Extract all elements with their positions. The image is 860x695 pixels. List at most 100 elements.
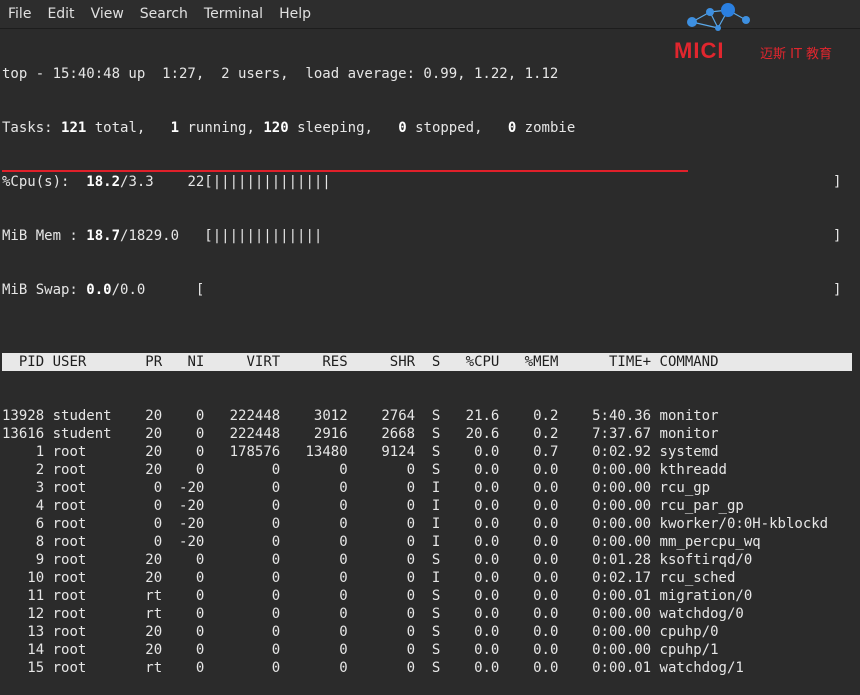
cell-pr: 20 xyxy=(128,408,163,424)
cell-time: 0:00.01 xyxy=(558,660,652,676)
cell-pid: 1 xyxy=(2,444,45,460)
cell-res: 0 xyxy=(280,606,348,622)
cell-shr: 9124 xyxy=(347,444,416,460)
cell-time: 0:02.17 xyxy=(558,570,652,586)
column-header-cpu: %CPU xyxy=(440,354,500,370)
cell-time: 0:02.92 xyxy=(558,444,652,460)
cell-s: I xyxy=(415,570,441,586)
process-row: 1 root 20 0 178576 13480 9124 S 0.0 0.7 … xyxy=(2,443,858,461)
cell-pr: 0 xyxy=(128,480,163,496)
cell-virt: 0 xyxy=(204,642,281,658)
cell-user: root xyxy=(44,534,129,550)
cell-user: root xyxy=(44,660,129,676)
cell-res: 0 xyxy=(280,588,348,604)
menu-view[interactable]: View xyxy=(83,0,132,28)
cell-shr: 2668 xyxy=(347,426,416,442)
cell-s: S xyxy=(415,408,441,424)
menu-edit[interactable]: Edit xyxy=(39,0,82,28)
process-row: 12 root rt 0 0 0 0 S 0.0 0.0 0:00.00 wat… xyxy=(2,605,858,623)
cell-mem: 0.0 xyxy=(499,606,559,622)
menu-terminal[interactable]: Terminal xyxy=(196,0,271,28)
cell-pid: 15 xyxy=(2,660,45,676)
cell-shr: 0 xyxy=(347,534,416,550)
cell-mem: 0.0 xyxy=(499,552,559,568)
cell-ni: 0 xyxy=(162,462,205,478)
cell-user: student xyxy=(44,426,129,442)
column-header-shr: SHR xyxy=(347,354,416,370)
cell-pr: 20 xyxy=(128,426,163,442)
cell-user: root xyxy=(44,462,129,478)
process-row: 8 root 0 -20 0 0 0 I 0.0 0.0 0:00.00 mm_… xyxy=(2,533,858,551)
menu-help[interactable]: Help xyxy=(271,0,319,28)
cell-s: S xyxy=(415,426,441,442)
process-row: 9 root 20 0 0 0 0 S 0.0 0.0 0:01.28 ksof… xyxy=(2,551,858,569)
menu-file[interactable]: File xyxy=(0,0,39,28)
cell-pr: 0 xyxy=(128,498,163,514)
cell-res: 13480 xyxy=(280,444,348,460)
cell-s: I xyxy=(415,480,441,496)
cell-s: S xyxy=(415,642,441,658)
cell-user: root xyxy=(44,570,129,586)
cell-user: root xyxy=(44,588,129,604)
cell-s: S xyxy=(415,624,441,640)
cell-mem: 0.0 xyxy=(499,480,559,496)
cell-time: 0:01.28 xyxy=(558,552,652,568)
cell-ni: 0 xyxy=(162,606,205,622)
cell-shr: 0 xyxy=(347,498,416,514)
cell-shr: 2764 xyxy=(347,408,416,424)
process-row: 6 root 0 -20 0 0 0 I 0.0 0.0 0:00.00 kwo… xyxy=(2,515,858,533)
cell-mem: 0.2 xyxy=(499,408,559,424)
process-row: 14 root 20 0 0 0 0 S 0.0 0.0 0:00.00 cpu… xyxy=(2,641,858,659)
cell-pr: 0 xyxy=(128,534,163,550)
cell-pr: rt xyxy=(128,588,163,604)
cell-res: 0 xyxy=(280,498,348,514)
column-header-pr: PR xyxy=(128,354,163,370)
cell-command: ksoftirqd/0 xyxy=(651,552,837,568)
cell-ni: -20 xyxy=(162,534,205,550)
cell-res: 0 xyxy=(280,660,348,676)
cell-res: 0 xyxy=(280,462,348,478)
cell-command: kthreadd xyxy=(651,462,837,478)
cell-virt: 222448 xyxy=(204,426,281,442)
cell-command: rcu_sched xyxy=(651,570,837,586)
cell-res: 2916 xyxy=(280,426,348,442)
cell-pr: 20 xyxy=(128,570,163,586)
cell-virt: 0 xyxy=(204,606,281,622)
process-row: 2 root 20 0 0 0 0 S 0.0 0.0 0:00.00 kthr… xyxy=(2,461,858,479)
cell-cpu: 0.0 xyxy=(440,516,500,532)
summary-swap: MiB Swap: 0.0/0.0 [] xyxy=(2,282,842,298)
highlight-underline xyxy=(2,170,688,172)
cell-ni: 0 xyxy=(162,426,205,442)
cell-s: S xyxy=(415,462,441,478)
process-row: 13 root 20 0 0 0 0 S 0.0 0.0 0:00.00 cpu… xyxy=(2,623,858,641)
cell-res: 0 xyxy=(280,516,348,532)
cell-shr: 0 xyxy=(347,606,416,622)
cell-time: 0:00.01 xyxy=(558,588,652,604)
cell-user: root xyxy=(44,624,129,640)
cell-virt: 0 xyxy=(204,588,281,604)
cell-pid: 10 xyxy=(2,570,45,586)
cell-ni: 0 xyxy=(162,588,205,604)
cell-virt: 178576 xyxy=(204,444,281,460)
cell-pid: 11 xyxy=(2,588,45,604)
cell-cpu: 0.0 xyxy=(440,498,500,514)
cell-mem: 0.0 xyxy=(499,498,559,514)
cell-cpu: 0.0 xyxy=(440,588,500,604)
cell-ni: 0 xyxy=(162,660,205,676)
cell-shr: 0 xyxy=(347,516,416,532)
cell-pr: 20 xyxy=(128,624,163,640)
terminal-output[interactable]: top - 15:40:48 up 1:27, 2 users, load av… xyxy=(2,29,858,676)
menu-search[interactable]: Search xyxy=(132,0,196,28)
cell-cpu: 0.0 xyxy=(440,606,500,622)
cell-cpu: 21.6 xyxy=(440,408,500,424)
cell-command: rcu_gp xyxy=(651,480,837,496)
cell-virt: 0 xyxy=(204,624,281,640)
cell-res: 0 xyxy=(280,642,348,658)
process-row: 13616 student 20 0 222448 2916 2668 S 20… xyxy=(2,425,858,443)
cell-time: 7:37.67 xyxy=(558,426,652,442)
cell-pr: rt xyxy=(128,606,163,622)
cell-pid: 13928 xyxy=(2,408,45,424)
cell-mem: 0.0 xyxy=(499,570,559,586)
cell-virt: 0 xyxy=(204,498,281,514)
cell-s: I xyxy=(415,498,441,514)
